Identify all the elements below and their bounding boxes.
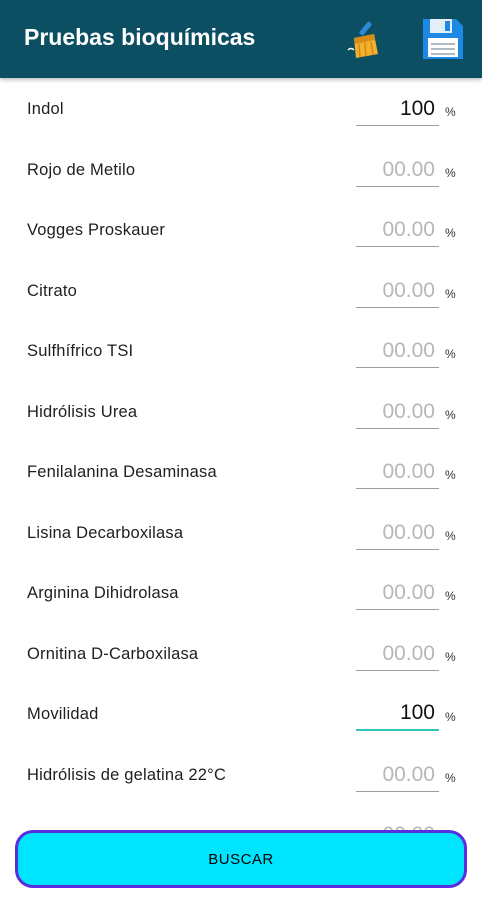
percent-unit: % [445,347,456,361]
form-row-arginina-dihidrolasa: Arginina Dihidrolasa % [0,562,482,622]
percent-unit: % [445,589,456,603]
sulfhifrico-tsi-input[interactable] [356,336,439,368]
fenilalanina-desaminasa-input[interactable] [356,457,439,489]
form-row-citrato: Citrato % [0,260,482,320]
field-label: Hidrólisis Urea [27,403,138,421]
floppy-disk-icon [423,19,463,59]
form-row-fenilalanina-desaminasa: Fenilalanina Desaminasa % [0,441,482,501]
field-label: Lisina Decarboxilasa [27,524,184,542]
field-label: Citrato [27,282,77,300]
citrato-input[interactable] [356,276,439,308]
percent-unit: % [445,105,456,119]
app-bar: Pruebas bioquímicas [0,0,482,78]
percent-unit: % [445,771,456,785]
form-row-hidrolisis-urea: Hidrólisis Urea % [0,381,482,441]
broom-icon [347,21,378,58]
tests-form: Indol % Rojo de Metilo % Vogges Proskaue… [0,78,482,900]
percent-unit: % [445,650,456,664]
ornitina-d-carboxilasa-input[interactable] [356,639,439,671]
form-row-ornitina-d-carboxilasa: Ornitina D-Carboxilasa % [0,623,482,683]
form-row-movilidad: Movilidad % [0,683,482,743]
form-row-vogges-proskauer: Vogges Proskauer % [0,199,482,259]
save-button[interactable] [420,16,466,62]
arginina-dihidrolasa-input[interactable] [356,578,439,610]
form-row-lisina-decarboxilasa: Lisina Decarboxilasa % [0,502,482,562]
percent-unit: % [445,287,456,301]
hidrolisis-gelatina-input[interactable] [356,760,439,792]
lisina-decarboxilasa-input[interactable] [356,518,439,550]
rojo-de-metilo-input[interactable] [356,155,439,187]
movilidad-input[interactable] [356,699,439,731]
percent-unit: % [445,529,456,543]
form-row-hidrolisis-gelatina: Hidrólisis de gelatina 22°C % [0,744,482,804]
clear-button[interactable] [344,18,388,62]
field-label: Fenilalanina Desaminasa [27,463,217,481]
field-label: Indol [27,100,64,118]
field-label: Movilidad [27,705,99,723]
form-row-rojo-de-metilo: Rojo de Metilo % [0,139,482,199]
indol-input[interactable] [356,94,439,126]
percent-unit: % [445,166,456,180]
page-title: Pruebas bioquímicas [24,24,256,50]
percent-unit: % [445,468,456,482]
percent-unit: % [445,710,456,724]
field-label: Sulfhífrico TSI [27,342,134,360]
field-label: Ornitina D-Carboxilasa [27,645,199,663]
search-button[interactable]: BUSCAR [15,830,467,888]
hidrolisis-urea-input[interactable] [356,397,439,429]
form-row-sulfhifrico-tsi: Sulfhífrico TSI % [0,320,482,380]
field-label: Arginina Dihidrolasa [27,584,179,602]
percent-unit: % [445,408,456,422]
vogges-proskauer-input[interactable] [356,215,439,247]
field-label: Hidrólisis de gelatina 22°C [27,766,227,784]
percent-unit: % [445,226,456,240]
field-label: Vogges Proskauer [27,221,166,239]
form-row-indol: Indol % [0,78,482,138]
field-label: Rojo de Metilo [27,161,136,179]
